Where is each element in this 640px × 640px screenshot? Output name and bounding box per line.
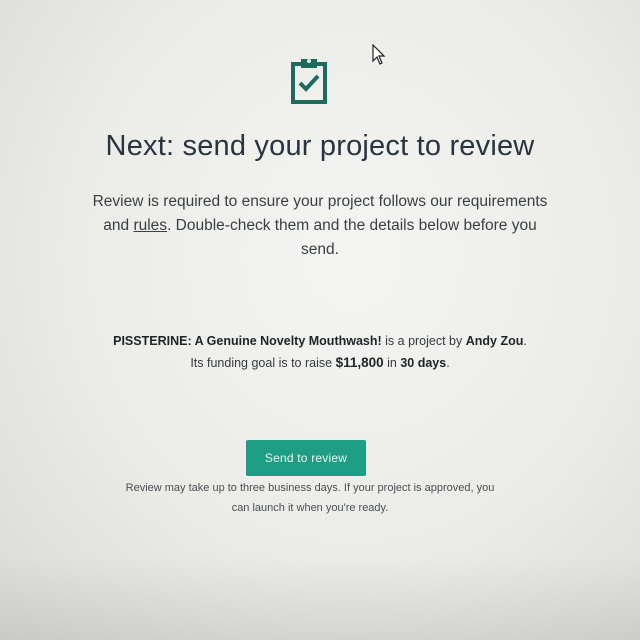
campaign-duration: 30 days [400,356,447,370]
intro-text-end: . Double-check them and the details belo… [167,217,537,258]
screen-edge-shade [0,555,640,640]
funding-goal: $11,800 [335,355,384,370]
project-summary: PISSTERINE: A Genuine Novelty Mouthwash!… [110,330,530,374]
summary-connector: is a project by [381,334,466,348]
page-title: Next: send your project to review [105,130,535,162]
review-note: Review may take up to three business day… [125,482,495,514]
rules-link[interactable]: rules [133,217,167,234]
summary-end: . [446,356,450,370]
send-to-review-button[interactable]: Send to review [246,440,366,476]
review-page: Next: send your project to review Review… [0,0,640,640]
creator-name: Andy Zou [465,334,524,348]
summary-in-text: in [383,356,401,370]
mouse-cursor-icon [372,43,386,66]
clipboard-check-icon [290,56,328,104]
intro-text: Review is required to ensure your projec… [90,190,550,262]
project-name: PISSTERINE: A Genuine Novelty Mouthwash! [113,334,382,348]
